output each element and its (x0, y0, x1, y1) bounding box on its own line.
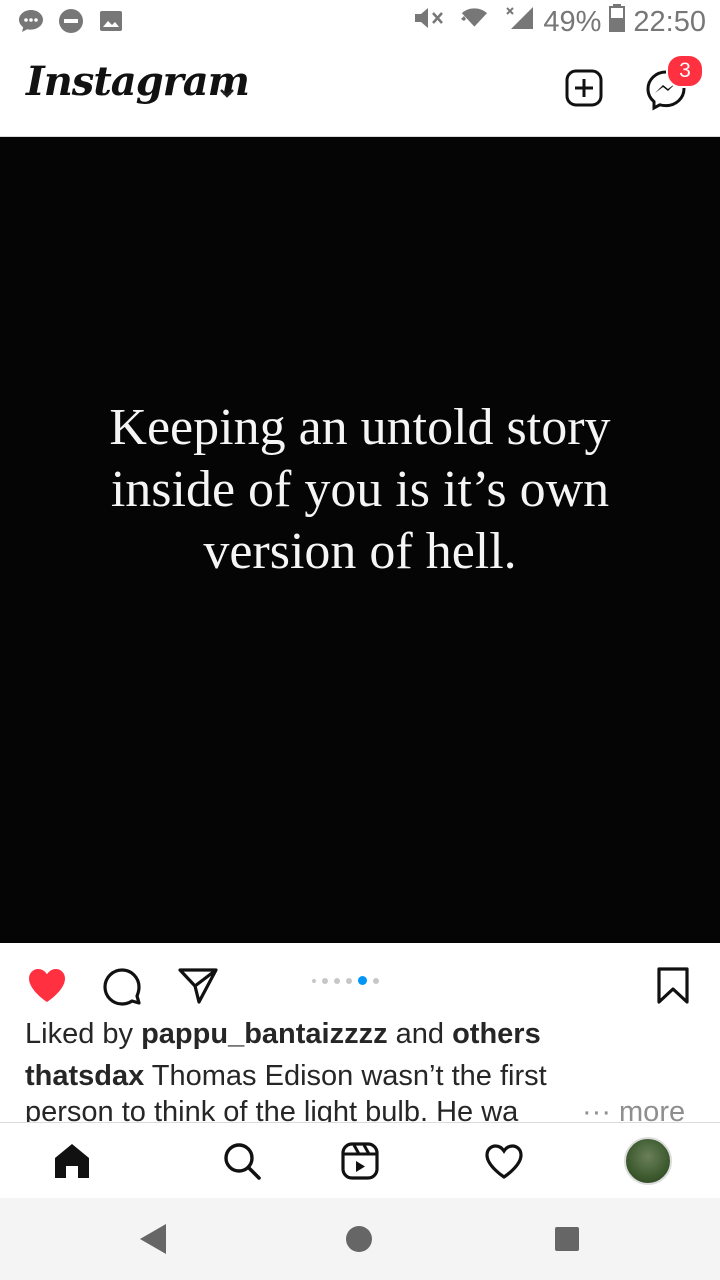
carousel-indicator (312, 976, 379, 985)
liked-by-user[interactable]: pappu_bantaizzzz (141, 1018, 388, 1050)
post-image[interactable]: Keeping an untold story inside of you is… (0, 137, 720, 943)
likes-and: and (387, 1018, 453, 1050)
caption-text-1: Thomas Edison wasn’t the first (144, 1060, 547, 1092)
reels-icon[interactable] (336, 1137, 384, 1185)
new-post-icon[interactable] (564, 68, 604, 108)
likes-prefix: Liked by (25, 1018, 142, 1050)
home-circle-icon[interactable] (344, 1224, 374, 1258)
status-bar: 49% 22:50 (0, 0, 720, 44)
carousel-dot (373, 977, 379, 984)
recents-icon[interactable] (554, 1226, 580, 1256)
likes-text: Liked by pappu_bantaizzzz and others (25, 1018, 541, 1051)
quote-line: inside of you is it’s own (110, 461, 610, 518)
post-quote: Keeping an untold story inside of you is… (50, 397, 670, 583)
battery-icon (609, 4, 626, 40)
avatar (624, 1137, 672, 1185)
back-icon[interactable] (138, 1222, 170, 1260)
instagram-logo[interactable]: Instagram (26, 58, 250, 105)
heart-filled-icon[interactable] (25, 963, 69, 1007)
image-notification-icon (98, 8, 124, 34)
wifi-icon (457, 5, 497, 39)
battery-percent: 49% (543, 5, 602, 38)
chevron-down-icon[interactable] (218, 84, 236, 103)
mute-icon (413, 5, 449, 39)
system-nav-bar (0, 1198, 720, 1280)
caption-line-1: thatsdax Thomas Edison wasn’t the first (25, 1058, 705, 1094)
activity-heart-icon[interactable] (480, 1137, 528, 1185)
bookmark-icon[interactable] (651, 963, 695, 1007)
messages-badge: 3 (666, 54, 704, 88)
comment-icon[interactable] (100, 963, 144, 1007)
notification-icons (18, 8, 124, 34)
clock: 22:50 (633, 5, 706, 38)
app-header: Instagram 3 (0, 44, 720, 137)
carousel-dot-active (358, 976, 367, 985)
bottom-nav (0, 1122, 720, 1199)
caption-author[interactable]: thatsdax (25, 1060, 144, 1092)
quote-line: Keeping an untold story (109, 399, 611, 456)
profile-avatar[interactable] (624, 1137, 672, 1185)
system-status: 49% 22:50 (413, 4, 706, 40)
share-icon[interactable] (176, 963, 220, 1007)
home-icon[interactable] (48, 1137, 96, 1185)
carousel-dot (346, 977, 352, 984)
chat-notification-icon (18, 8, 44, 34)
quote-line: version of hell. (203, 523, 517, 580)
likes-others[interactable]: others (452, 1018, 541, 1050)
carousel-dot (322, 977, 328, 984)
dnd-icon (58, 8, 84, 34)
carousel-dot (312, 978, 316, 983)
signal-icon (505, 5, 535, 39)
search-icon[interactable] (218, 1137, 266, 1185)
carousel-dot (334, 977, 340, 984)
